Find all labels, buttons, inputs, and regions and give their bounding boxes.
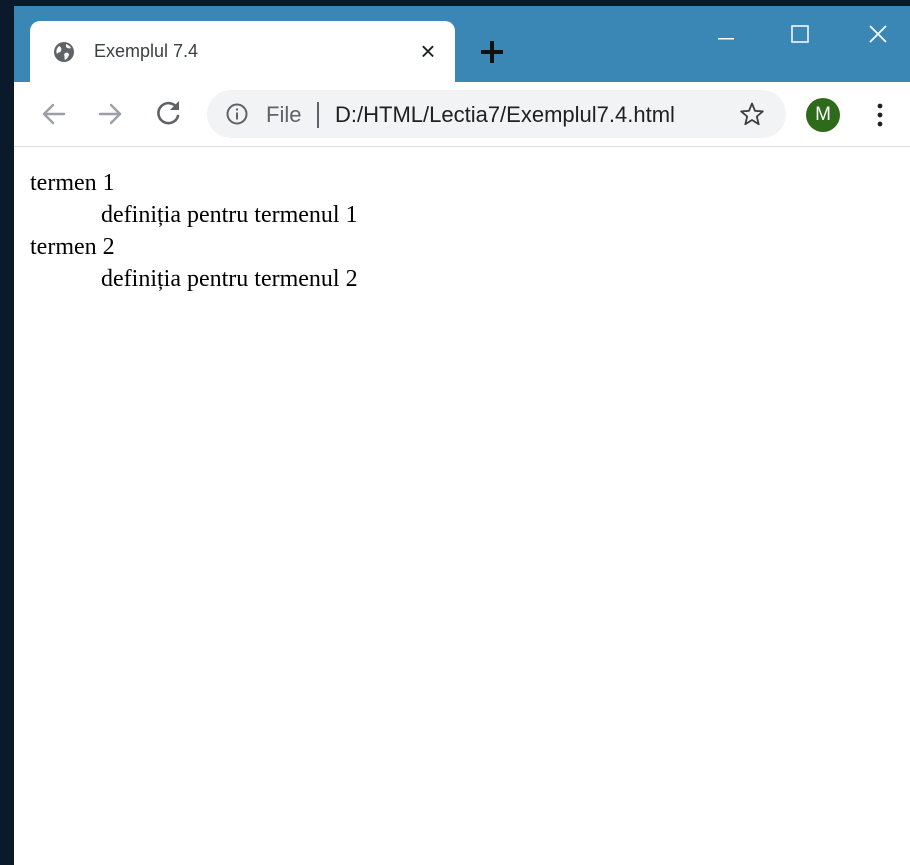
plus-icon bbox=[481, 41, 503, 63]
maximize-button[interactable] bbox=[776, 14, 824, 54]
arrow-left-icon bbox=[42, 103, 66, 125]
reload-icon bbox=[157, 101, 180, 125]
term: termen 2 bbox=[30, 234, 115, 260]
term: termen 1 bbox=[30, 170, 115, 196]
maximize-icon bbox=[791, 25, 809, 43]
page-content: termen 1 definiția pentru termenul 1 ter… bbox=[14, 147, 910, 865]
close-icon bbox=[869, 25, 887, 43]
arrow-right-icon bbox=[98, 103, 122, 125]
forward-button[interactable] bbox=[92, 96, 128, 132]
profile-avatar[interactable]: M bbox=[806, 98, 840, 132]
tab-close-button[interactable]: × bbox=[414, 37, 442, 65]
url-text[interactable]: D:/HTML/Lectia7/Exemplul7.4.html bbox=[335, 102, 675, 128]
back-button[interactable] bbox=[36, 96, 72, 132]
browser-window: Exemplul 7.4 × File D:/HTML/Lectia7/Exem… bbox=[14, 6, 910, 865]
window-close-button[interactable] bbox=[854, 14, 902, 54]
scheme-label: File bbox=[266, 102, 302, 127]
new-tab-button[interactable] bbox=[476, 36, 508, 68]
star-icon[interactable] bbox=[739, 101, 765, 127]
kebab-menu-icon[interactable] bbox=[870, 100, 890, 130]
address-separator bbox=[317, 102, 319, 128]
minimize-button[interactable] bbox=[701, 14, 749, 54]
browser-toolbar: File D:/HTML/Lectia7/Exemplul7.4.html M bbox=[14, 82, 910, 147]
tab-title: Exemplul 7.4 bbox=[94, 41, 199, 61]
globe-icon bbox=[54, 42, 74, 62]
info-icon[interactable] bbox=[225, 102, 249, 126]
reload-button[interactable] bbox=[150, 96, 186, 132]
address-bar[interactable]: File D:/HTML/Lectia7/Exemplul7.4.html bbox=[207, 90, 786, 138]
definition: definiția pentru termenul 2 bbox=[101, 266, 358, 292]
definition: definiția pentru termenul 1 bbox=[101, 202, 358, 228]
title-bar: Exemplul 7.4 × bbox=[14, 6, 910, 82]
tab-active[interactable]: Exemplul 7.4 × bbox=[30, 21, 455, 82]
minimize-icon bbox=[718, 38, 734, 40]
definition-list: termen 1 definiția pentru termenul 1 ter… bbox=[14, 147, 910, 295]
